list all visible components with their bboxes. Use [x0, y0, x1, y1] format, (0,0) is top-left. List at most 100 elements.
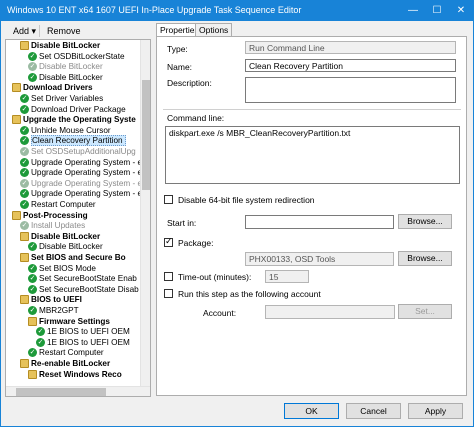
- add-label: Add: [13, 26, 30, 36]
- tree-group[interactable]: Disable BitLocker: [20, 41, 100, 51]
- check-icon: ✓: [28, 274, 37, 284]
- tree-step[interactable]: ✓ Disable BitLocker: [28, 242, 103, 252]
- package-checkbox[interactable]: [164, 236, 173, 247]
- tree-horizontal-scrollbar[interactable]: [6, 386, 150, 396]
- tree-step[interactable]: ✓ 1E BIOS to UEFI OEM: [36, 327, 130, 337]
- tree-group[interactable]: Set BIOS and Secure Bo: [20, 253, 126, 263]
- tree-item-label: Disable BitLocker: [39, 62, 103, 72]
- folder-icon: [28, 316, 37, 326]
- tree-vertical-scrollbar[interactable]: [140, 40, 150, 386]
- editor-window: Windows 10 ENT x64 1607 UEFI In-Place Up…: [0, 0, 474, 427]
- disable-64bit-label: Disable 64-bit file system redirection: [178, 195, 315, 205]
- toolbar-divider: [39, 25, 40, 37]
- tree-step[interactable]: ✓ Install Updates: [20, 221, 85, 231]
- minimize-icon[interactable]: —: [401, 1, 425, 21]
- apply-button[interactable]: Apply: [408, 403, 463, 419]
- folder-icon: [20, 253, 29, 262]
- tree-group[interactable]: Post-Processing: [12, 210, 88, 221]
- name-field[interactable]: Clean Recovery Partition: [245, 59, 456, 72]
- tree-item-label: Disable BitLocker: [39, 72, 103, 82]
- tree-group[interactable]: Upgrade the Operating Syste: [12, 115, 136, 125]
- tree-item-label: 1E BIOS to UEFI OEM: [47, 327, 130, 337]
- tree-group[interactable]: Reset Windows Reco: [28, 369, 122, 380]
- command-line-field[interactable]: diskpart.exe /s MBR_CleanRecoveryPartiti…: [165, 126, 460, 184]
- tree-group[interactable]: Firmware Settings: [28, 316, 110, 327]
- tree-step[interactable]: ✓ 1E BIOS to UEFI OEM: [36, 337, 130, 348]
- cancel-button[interactable]: Cancel: [346, 403, 401, 419]
- check-icon: ✓: [20, 147, 29, 156]
- tree-item-label: Restart Computer: [39, 348, 104, 358]
- tree-item-label: Re-enable BitLocker: [31, 359, 111, 368]
- tree-item-label: 1E BIOS to UEFI OEM: [47, 337, 130, 347]
- tree-step[interactable]: ✓ Upgrade Operating System - er: [20, 157, 145, 168]
- scroll-thumb[interactable]: [16, 388, 106, 396]
- tree-item-label: Clean Recovery Partition: [31, 135, 126, 147]
- tree-group[interactable]: Disable BitLocker: [20, 231, 100, 242]
- tree-step[interactable]: ✓ Set OSDSetupAdditionalUpg: [20, 147, 136, 157]
- check-icon: ✓: [20, 168, 29, 178]
- tree-item-label: Upgrade Operating System - er: [31, 157, 145, 167]
- folder-icon: [12, 83, 21, 93]
- tree-step[interactable]: ✓ Set OSDBitLockerState: [28, 51, 125, 62]
- tree-step[interactable]: ✓ Clean Recovery Partition: [20, 135, 126, 147]
- maximize-icon[interactable]: ☐: [425, 1, 449, 21]
- folder-icon: [20, 41, 29, 50]
- tree-group[interactable]: Re-enable BitLocker: [20, 359, 110, 369]
- tree-step[interactable]: ✓ Set Driver Variables: [20, 94, 103, 104]
- timeout-checkbox[interactable]: [164, 272, 173, 281]
- type-label: Type:: [167, 44, 188, 54]
- tree-item-label: Upgrade Operating System - er: [31, 178, 145, 188]
- properties-panel: Type: Run Command Line Name: Clean Recov…: [156, 36, 467, 396]
- run-as-checkbox[interactable]: [164, 289, 173, 298]
- remove-button[interactable]: Remove: [45, 24, 83, 38]
- title-bar: Windows 10 ENT x64 1607 UEFI In-Place Up…: [1, 1, 473, 21]
- tree-step[interactable]: ✓ Set SecureBootState Enab: [28, 274, 137, 284]
- tree-item-label: BIOS to UEFI: [31, 295, 82, 305]
- start-in-field[interactable]: [245, 215, 394, 229]
- timeout-field: 15: [265, 270, 309, 283]
- tree-item-label: Unhide Mouse Cursor: [31, 125, 111, 135]
- tree-toolbar: Add ▾ Remove: [5, 24, 150, 38]
- set-account-button: Set...: [398, 304, 452, 319]
- tree-step[interactable]: ✓ Unhide Mouse Cursor: [20, 125, 111, 136]
- tree-step[interactable]: ✓ Disable BitLocker: [28, 62, 103, 72]
- tree-step[interactable]: ✓ MBR2GPT: [28, 306, 79, 316]
- browse-start-in-button[interactable]: Browse...: [398, 214, 452, 229]
- tree-step[interactable]: ✓ Set BIOS Mode: [28, 263, 96, 274]
- close-icon[interactable]: ✕: [449, 1, 473, 21]
- ok-button[interactable]: OK: [284, 403, 339, 419]
- type-field: Run Command Line: [245, 41, 456, 54]
- check-icon: ✓: [36, 327, 45, 337]
- browse-package-button[interactable]: Browse...: [398, 251, 452, 266]
- scroll-thumb[interactable]: [142, 80, 150, 190]
- tree-step[interactable]: ✓ Upgrade Operating System - er: [20, 168, 145, 178]
- tree-item-label: Disable BitLocker: [31, 41, 101, 50]
- tree-item-label: Reset Windows Reco: [39, 369, 122, 379]
- description-field[interactable]: [245, 77, 456, 103]
- package-field: PHX00133, OSD Tools: [245, 252, 394, 266]
- check-icon: ✓: [28, 263, 37, 273]
- task-sequence-tree[interactable]: Disable BitLocker ✓ Set OSDBitLockerState ✓…: [5, 39, 151, 397]
- tree-item-label: Upgrade Operating System - er: [31, 168, 145, 178]
- tree-group[interactable]: BIOS to UEFI: [20, 295, 82, 305]
- tree-step[interactable]: ✓ Restart Computer: [20, 200, 96, 210]
- tree-step[interactable]: ✓ Disable BitLocker: [28, 72, 103, 83]
- folder-icon: [20, 231, 29, 241]
- tree-step[interactable]: ✓ Set SecureBootState Disab: [28, 284, 139, 295]
- check-icon: ✓: [28, 51, 37, 61]
- disable-64bit-checkbox[interactable]: [164, 195, 173, 204]
- add-menu-button[interactable]: Add ▾: [11, 24, 38, 38]
- check-icon: ✓: [36, 337, 45, 347]
- tree-item-label: Download Driver Package: [31, 104, 126, 114]
- tree-item-label: Set OSDBitLockerState: [39, 51, 125, 61]
- tree-step[interactable]: ✓ Upgrade Operating System - er: [20, 189, 145, 199]
- tree-step[interactable]: ✓ Restart Computer: [28, 348, 104, 358]
- tree-step[interactable]: ✓ Download Driver Package: [20, 104, 126, 115]
- tree-group[interactable]: Download Drivers: [12, 83, 93, 93]
- tree-step[interactable]: ✓ Upgrade Operating System - er: [20, 178, 145, 189]
- folder-icon: [20, 295, 29, 305]
- tab-options[interactable]: Options: [195, 23, 233, 36]
- folder-icon: [28, 369, 37, 379]
- check-icon: ✓: [28, 242, 37, 252]
- window-title: Windows 10 ENT x64 1607 UEFI In-Place Up…: [7, 5, 302, 15]
